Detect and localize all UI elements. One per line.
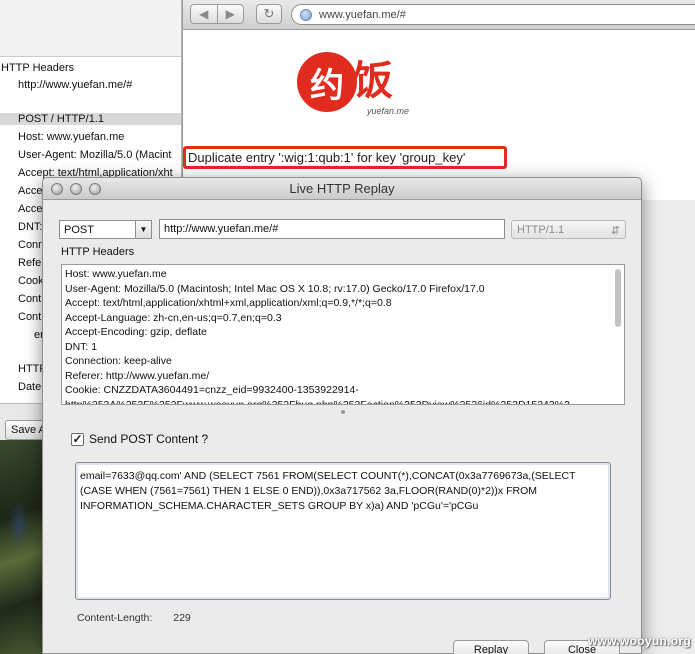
left-top-strip <box>0 0 181 57</box>
dialog-title-bar: Live HTTP Replay <box>43 178 641 200</box>
browser-window: ◀ ▶ ↻ www.yuefan.me/# 约 饭 yuefan.me Dupl… <box>182 0 695 200</box>
header-line: Referer: http://www.yuefan.me/ <box>65 369 210 382</box>
post-content-line: email=7633@qq.com' AND (SELECT 7561 FROM… <box>80 470 576 482</box>
replay-button[interactable]: Replay <box>453 640 529 654</box>
header-line: Accept-Encoding: gzip, deflate <box>65 326 207 338</box>
send-post-label: Send POST Content ? <box>89 432 209 446</box>
method-value: POST <box>64 223 94 236</box>
header-line: Accept: text/html,application/xhtml+xml,… <box>65 297 392 309</box>
browser-toolbar: ◀ ▶ ↻ www.yuefan.me/# <box>183 0 695 30</box>
watermark: www.wooyun.org <box>587 634 691 648</box>
content-length-row: Content-Length: 229 <box>77 612 191 624</box>
headers-label: HTTP Headers <box>61 246 135 258</box>
updown-chevron-icon: ⇵ <box>610 225 620 237</box>
header-line: DNT: 1 <box>65 340 98 353</box>
header-line: User-Agent: Mozilla/5.0 (Macintosh; Inte… <box>65 282 485 295</box>
logo-circle: 约 <box>297 52 357 112</box>
headers-scrollbar[interactable] <box>615 269 621 327</box>
left-panel-title: HTTP Headers <box>1 62 75 74</box>
left-header-line: User-Agent: Mozilla/5.0 (Macint <box>18 149 172 161</box>
post-content-frame: email=7633@qq.com' AND (SELECT 7561 FROM… <box>75 462 611 600</box>
method-select[interactable]: POST ▼ <box>59 220 152 239</box>
chevron-down-icon: ▼ <box>135 221 151 238</box>
address-bar-url: www.yuefan.me/# <box>319 8 406 21</box>
sql-error-message: Duplicate entry ':wig:1:qub:1' for key '… <box>183 146 507 169</box>
zoom-window-icon[interactable] <box>89 183 101 195</box>
header-line: Host: www.yuefan.me <box>65 268 167 280</box>
left-header-line: Host: www.yuefan.me <box>18 131 125 143</box>
post-content-line: (CASE WHEN (7561=7561) THEN 1 ELSE 0 END… <box>80 485 538 497</box>
logo-subtitle: yuefan.me <box>367 106 410 116</box>
post-content-textarea[interactable]: email=7633@qq.com' AND (SELECT 7561 FROM… <box>78 465 608 597</box>
splitter-handle[interactable] <box>341 410 345 414</box>
live-http-replay-dialog: Live HTTP Replay POST ▼ http://www.yuefa… <box>42 177 642 654</box>
http-version-select[interactable]: HTTP/1.1 ⇵ <box>511 220 626 239</box>
left-header-line: POST / HTTP/1.1 <box>0 113 181 125</box>
header-line: Accept-Language: zh-cn,en-us;q=0.7,en;q=… <box>65 311 282 324</box>
address-bar[interactable]: www.yuefan.me/# <box>291 4 695 25</box>
back-arrow-icon[interactable]: ◀ <box>191 5 217 23</box>
background-photo <box>0 440 42 654</box>
logo-char: 饭 <box>353 57 393 104</box>
header-line: http%253A%252F%252Fwww.wooyun.org%252Fbu… <box>65 398 570 405</box>
reload-icon[interactable]: ↻ <box>256 4 282 24</box>
post-content-line: INFORMATION_SCHEMA.CHARACTER_SETS GROUP … <box>80 500 479 512</box>
url-field[interactable]: http://www.yuefan.me/# <box>159 219 505 239</box>
site-logo[interactable]: 约 饭 yuefan.me <box>297 52 417 122</box>
header-line: Cookie: CNZZDATA3604491=cnzz_eid=9932400… <box>65 384 359 396</box>
headers-textarea[interactable]: Host: www.yuefan.me User-Agent: Mozilla/5… <box>61 264 625 405</box>
content-length-label: Content-Length: <box>77 612 153 624</box>
send-post-checkbox[interactable]: ✓ <box>71 433 84 446</box>
close-window-icon[interactable] <box>51 183 63 195</box>
content-length-value: 229 <box>173 612 191 624</box>
forward-arrow-icon[interactable]: ▶ <box>216 5 244 23</box>
dialog-title: Live HTTP Replay <box>289 181 395 196</box>
left-panel-url: http://www.yuefan.me/# <box>18 79 133 91</box>
globe-icon <box>300 8 312 21</box>
http-version-value: HTTP/1.1 <box>517 224 565 236</box>
minimize-window-icon[interactable] <box>70 183 82 195</box>
header-line: Connection: keep-alive <box>65 355 172 367</box>
nav-buttons: ◀ ▶ <box>190 4 244 24</box>
